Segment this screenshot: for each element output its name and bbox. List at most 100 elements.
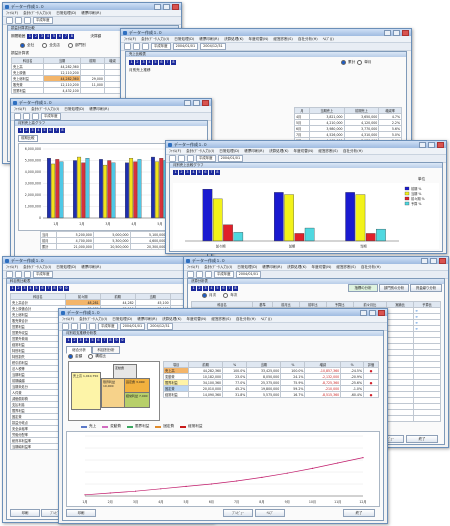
radio-cumulative[interactable] — [341, 60, 346, 65]
x-tick-label: 3月 — [105, 222, 110, 226]
exit-button[interactable]: 終了 — [343, 509, 375, 517]
x-tick-label: 8月 — [259, 500, 264, 504]
maximize-button[interactable] — [193, 99, 200, 106]
help-button[interactable]: ﾍﾙﾌﾟ — [255, 509, 285, 517]
save-icon[interactable] — [178, 155, 185, 162]
menu-daily[interactable]: 日常処理(D) — [56, 11, 76, 16]
y-tick-label: 1,000,000 — [25, 205, 41, 209]
code-digits[interactable]: 12345678 — [18, 128, 65, 133]
title-bar[interactable]: データー作成１.０ — [121, 29, 411, 36]
maximize-button[interactable] — [163, 3, 170, 10]
print-icon[interactable] — [32, 113, 39, 120]
open-icon[interactable] — [6, 17, 13, 24]
title-bar[interactable]: データー作成１.０ — [166, 141, 446, 148]
trend-line-chart: 1月 2月 3月 4月 5月 6月 7月 8月 9月 10月 11月 12月 — [66, 431, 380, 507]
bar — [81, 162, 86, 219]
radio-amount[interactable] — [68, 354, 73, 359]
open-icon[interactable] — [62, 323, 69, 330]
radio-monthly[interactable] — [357, 60, 363, 65]
save-icon[interactable] — [196, 271, 203, 278]
open-icon[interactable] — [169, 155, 176, 162]
radio-ratio[interactable] — [88, 354, 94, 359]
minimize-button[interactable] — [154, 3, 161, 10]
bar — [125, 162, 129, 219]
save-icon[interactable] — [15, 271, 22, 278]
maximize-button[interactable] — [430, 257, 437, 264]
y-tick-label: 5,000,000 — [25, 159, 41, 163]
table-row[interactable]: 経常利益 14,090,360 31.8% 5,575,000 16.7% -8,515,… — [162, 391, 380, 398]
radio-all[interactable] — [20, 43, 25, 48]
minimize-button[interactable] — [384, 29, 391, 36]
minimize-button[interactable] — [360, 309, 367, 316]
menu-input[interactable]: 会計(ﾃﾞｰﾀ入力)(I) — [23, 11, 51, 16]
minimize-button[interactable] — [421, 257, 428, 264]
minimize-button[interactable] — [184, 99, 191, 106]
title-bar[interactable]: データー作成１.０ — [59, 309, 387, 316]
menu-print[interactable]: 帳票印刷(R) — [81, 11, 101, 16]
save-icon[interactable] — [71, 323, 78, 330]
breakeven-panel: 月別収支推移分析表 1234567890 総合分析 科目別分析 金額 構成比 売… — [62, 330, 384, 521]
close-button[interactable] — [402, 29, 409, 36]
maximize-button[interactable] — [428, 141, 435, 148]
radio-yearly[interactable] — [223, 293, 229, 298]
print-icon[interactable] — [24, 271, 31, 278]
close-button[interactable] — [172, 3, 179, 10]
print-icon[interactable] — [205, 271, 212, 278]
save-icon[interactable] — [133, 43, 140, 50]
code-digits[interactable]: 1234567890 — [66, 338, 125, 343]
close-button[interactable] — [202, 99, 209, 106]
code-digits[interactable]: 12345678 — [27, 34, 75, 39]
cashflow-analysis-button[interactable]: 資金繰り分析 — [410, 284, 442, 292]
search-icon[interactable] — [89, 323, 96, 330]
preview-button[interactable]: ﾌﾟﾚﾋﾞｭｰ — [223, 509, 253, 517]
title-bar[interactable]: データー作成１.０ — [3, 3, 181, 10]
x-tick-label: 7月 — [234, 500, 239, 504]
print-button[interactable]: 印刷 — [66, 509, 96, 517]
open-icon[interactable] — [6, 271, 13, 278]
maximize-button[interactable] — [393, 29, 400, 36]
legend-label: 固定費 — [163, 424, 175, 428]
tab-overall[interactable]: 総合分析 — [66, 346, 92, 354]
legend-swatch — [404, 191, 410, 196]
close-button[interactable] — [378, 309, 385, 316]
close-button[interactable] — [437, 141, 444, 148]
radio-branches[interactable] — [42, 43, 48, 48]
maximize-button[interactable] — [369, 309, 376, 316]
print-icon[interactable] — [142, 43, 149, 50]
open-icon[interactable] — [187, 271, 194, 278]
period-select[interactable]: 平成年度 — [33, 17, 53, 24]
title-bar[interactable]: データー作成１.０ — [3, 257, 213, 264]
print-icon[interactable] — [24, 17, 31, 24]
table-row[interactable]: 営業利益 4,432,100 — [10, 87, 122, 94]
title-bar[interactable]: データー作成１.０ — [11, 99, 211, 106]
radio-monthly[interactable] — [202, 293, 207, 298]
close-button[interactable] — [439, 257, 446, 264]
menu-bar: ﾌｧｲﾙ(F) 会計(ﾃﾞｰﾀ入力)(I) 日常処理(D) 帳票印刷(R) — [3, 10, 181, 17]
code-digits[interactable]: 12345678 — [173, 170, 220, 175]
dept-analysis-button[interactable]: 部門別の分析 — [379, 284, 409, 292]
tab-item[interactable]: 科目別分析 — [92, 346, 120, 354]
print-button[interactable]: 印刷 — [10, 509, 40, 517]
open-icon[interactable] — [124, 43, 131, 50]
radio-departments[interactable] — [67, 43, 73, 48]
bar — [274, 192, 284, 242]
open-icon[interactable] — [14, 113, 21, 120]
print-icon[interactable] — [187, 155, 194, 162]
print-icon[interactable] — [80, 323, 87, 330]
save-icon[interactable] — [23, 113, 30, 120]
x-tick-label: 11月 — [334, 500, 341, 504]
compare-combo[interactable]: 前期比較 — [18, 135, 38, 142]
code-digits[interactable]: 12345678 — [129, 60, 176, 65]
exit-button[interactable]: 終了 — [406, 435, 438, 443]
code-digits[interactable]: 1234567890 — [10, 286, 69, 291]
code-digits[interactable]: 12345678 — [191, 286, 238, 291]
trend-line — [84, 457, 364, 496]
title-bar[interactable]: データー作成１.０ — [184, 257, 448, 264]
bar — [284, 194, 294, 242]
indicator-analysis-button[interactable]: 指標の分析 — [348, 284, 378, 292]
menu-file[interactable]: ﾌｧｲﾙ(F) — [6, 11, 18, 16]
app-icon — [13, 100, 17, 105]
bar — [55, 159, 60, 219]
save-icon[interactable] — [15, 17, 22, 24]
minimize-button[interactable] — [419, 141, 426, 148]
